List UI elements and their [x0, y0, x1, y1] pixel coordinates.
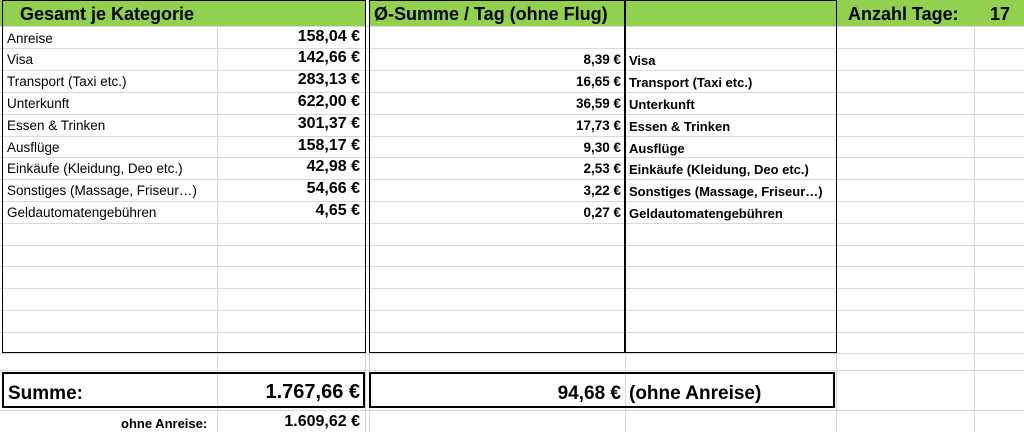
avg-label: Einkäufe (Kleidung, Deo etc.)	[629, 162, 809, 177]
avg-amount: 16,65 €	[575, 74, 621, 89]
avg-label: Sonstiges (Massage, Friseur…)	[629, 184, 823, 199]
avg-label: Essen & Trinken	[629, 119, 731, 134]
category-label: Visa	[7, 52, 34, 67]
avg-sum-value: 94,68 €	[557, 383, 621, 404]
avg-amount: 0,27 €	[583, 205, 621, 220]
avg-label: Geldautomatengebühren	[629, 206, 783, 221]
category-amount: 622,00 €	[297, 93, 360, 110]
avg-amount: 8,39 €	[583, 52, 621, 67]
avg-amount: 36,59 €	[575, 96, 621, 111]
avg-amount: 2,53 €	[583, 161, 621, 176]
avg-title: Ø-Summe / Tag (ohne Flug)	[374, 4, 608, 24]
avg-label: Ausflüge	[629, 141, 685, 156]
category-amount: 158,04 €	[297, 28, 360, 45]
avg-label: Visa	[629, 53, 656, 68]
category-label: Transport (Taxi etc.)	[7, 74, 127, 89]
ohne-anreise-value: 1.609,62 €	[284, 413, 360, 430]
category-amount: 42,98 €	[306, 158, 360, 175]
days-value: 17	[990, 4, 1011, 24]
avg-label: Transport (Taxi etc.)	[629, 75, 753, 90]
category-amount: 158,17 €	[297, 137, 360, 154]
sum-value: 1.767,66 €	[265, 381, 360, 403]
avg-amount: 3,22 €	[583, 183, 621, 198]
category-amount: 301,37 €	[297, 115, 360, 132]
grid-line	[0, 353, 1024, 354]
sum-label: Summe:	[8, 383, 83, 404]
grid-line	[974, 0, 975, 432]
category-amount: 283,13 €	[297, 71, 360, 88]
category-label: Anreise	[7, 31, 53, 46]
category-label: Sonstiges (Massage, Friseur…)	[7, 183, 197, 198]
category-title: Gesamt je Kategorie	[20, 4, 195, 24]
avg-sum-note: (ohne Anreise)	[629, 383, 762, 404]
grid-line	[0, 410, 1024, 411]
category-amount: 4,65 €	[315, 202, 360, 219]
avg-amount: 17,73 €	[575, 118, 621, 133]
category-label: Unterkunft	[7, 96, 70, 111]
spreadsheet: Gesamt je Kategorie Ø-Summe / Tag (ohne …	[0, 0, 1024, 432]
avg-label: Unterkunft	[629, 97, 695, 112]
category-label: Essen & Trinken	[7, 118, 106, 133]
category-label: Einkäufe (Kleidung, Deo etc.)	[7, 161, 183, 176]
category-label: Geldautomatengebühren	[7, 205, 157, 220]
grid-line	[0, 370, 1024, 371]
days-label: Anzahl Tage:	[848, 4, 959, 24]
category-amount: 142,66 €	[297, 49, 360, 66]
category-label: Ausflüge	[7, 140, 60, 155]
avg-amount: 9,30 €	[583, 140, 621, 155]
ohne-anreise-label: ohne Anreise:	[121, 416, 208, 431]
category-amount: 54,66 €	[306, 180, 360, 197]
